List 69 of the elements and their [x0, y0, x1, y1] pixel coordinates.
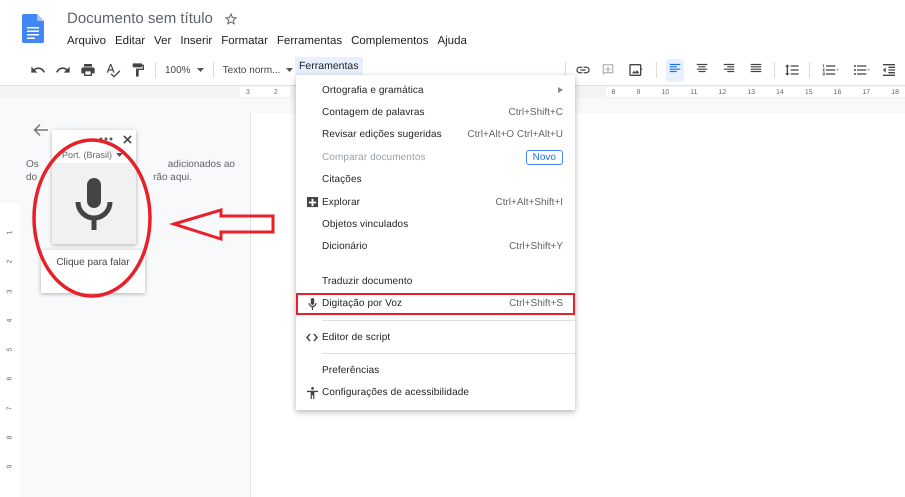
menu-item[interactable]: Ajuda — [437, 34, 467, 48]
close-icon[interactable] — [123, 134, 132, 144]
decrease-indent-icon[interactable] — [881, 62, 897, 78]
code-icon — [306, 332, 318, 342]
accessibility-icon — [306, 386, 318, 399]
shortcut-text: Ctrl+Shift+C — [508, 107, 563, 118]
document-logo-icon[interactable] — [22, 14, 44, 43]
menu-option-label: Ortografia e gramática — [322, 84, 425, 96]
new-badge: Novo — [526, 150, 563, 165]
paint-format-icon[interactable] — [130, 62, 146, 78]
microphone-icon — [308, 298, 316, 310]
menu-option-label: Explorar — [322, 196, 362, 208]
menu-option[interactable]: Dicionário Ctrl+Shift+Y — [296, 236, 575, 258]
menu-option-label: Digitação por Voz — [322, 298, 404, 310]
outline-text: Os — [26, 158, 39, 171]
caret-icon — [286, 68, 294, 72]
caret-icon — [196, 68, 204, 72]
more-icon[interactable] — [99, 137, 113, 141]
menu-option[interactable]: Ortografia e gramática — [296, 79, 575, 102]
open-menu-tab[interactable]: Ferramentas — [295, 57, 363, 75]
menu-item[interactable]: Inserir — [180, 34, 212, 48]
menu-option[interactable]: Preferências — [296, 359, 575, 382]
menu-option-label: Dicionário — [322, 241, 368, 252]
menu-item[interactable]: Ver — [154, 34, 172, 48]
menu-option[interactable]: Contagem de palavras Ctrl+Shift+C — [296, 101, 575, 124]
menu-option-label: Preferências — [322, 364, 380, 376]
print-icon[interactable] — [80, 62, 96, 78]
menu-option[interactable]: Objetos vinculados — [296, 213, 575, 236]
zoom-dropdown[interactable]: 100% — [165, 64, 204, 76]
submenu-arrow-icon — [558, 87, 563, 94]
document-title[interactable]: Documento sem título — [67, 10, 213, 27]
menu-item[interactable]: Complementos — [351, 34, 428, 48]
star-icon[interactable] — [224, 12, 237, 24]
menu-option-label: Comparar documentos — [322, 152, 427, 163]
explore-icon — [306, 196, 318, 208]
menu-option-label: Editor de script — [322, 332, 392, 343]
menu-option-label: Objetos vinculados — [322, 219, 410, 230]
menu-option-label: Configurações de acessibilidade — [322, 387, 470, 398]
menu-option[interactable]: Configurações de acessibilidade — [296, 382, 575, 404]
outline-text: rão aqui. — [153, 171, 192, 184]
outline-text: adicionados ao — [168, 158, 235, 171]
align-button[interactable] — [666, 58, 684, 82]
microphone-button[interactable] — [52, 164, 136, 244]
menu-option-label: Citações — [322, 174, 363, 186]
menu-item[interactable]: Ferramentas — [276, 34, 342, 48]
menu-option[interactable]: Traduzir documento — [296, 270, 575, 293]
shortcut-text: Ctrl+Shift+Y — [509, 241, 563, 252]
microphone-icon — [75, 178, 113, 230]
menu-option[interactable]: Revisar edições sugeridas Ctrl+Alt+O Ctrl+Alt+U — [296, 124, 575, 146]
menu-option[interactable]: Explorar Ctrl+Alt+Shift+I — [296, 190, 575, 214]
line-spacing-icon[interactable] — [784, 62, 800, 78]
caret-icon — [116, 153, 124, 157]
spellcheck-icon[interactable] — [105, 62, 121, 78]
voice-hint-text: Clique para falar — [56, 257, 130, 268]
style-dropdown[interactable]: Texto norm... — [222, 64, 294, 76]
menu-item[interactable]: Formatar — [221, 34, 268, 48]
menu-option-label: Traduzir documento — [322, 276, 414, 287]
outline-text: do — [26, 171, 38, 184]
menu-option[interactable]: Editor de script — [296, 326, 575, 348]
menu-option-label: Revisar edições sugeridas — [322, 129, 443, 140]
shortcut-text: Ctrl+Alt+O Ctrl+Alt+U — [467, 129, 563, 140]
menu-option[interactable]: Citações — [296, 168, 575, 191]
menu-option[interactable]: Digitação por Voz Ctrl+Shift+S — [296, 292, 575, 315]
menu-item[interactable]: Arquivo — [67, 34, 106, 48]
shortcut-text: Ctrl+Shift+S — [509, 298, 563, 310]
menu-option-label: Contagem de palavras — [322, 107, 426, 118]
back-arrow-icon[interactable] — [33, 123, 49, 137]
menu-item[interactable]: Editar — [115, 34, 146, 48]
shortcut-text: Ctrl+Alt+Shift+I — [495, 196, 563, 208]
